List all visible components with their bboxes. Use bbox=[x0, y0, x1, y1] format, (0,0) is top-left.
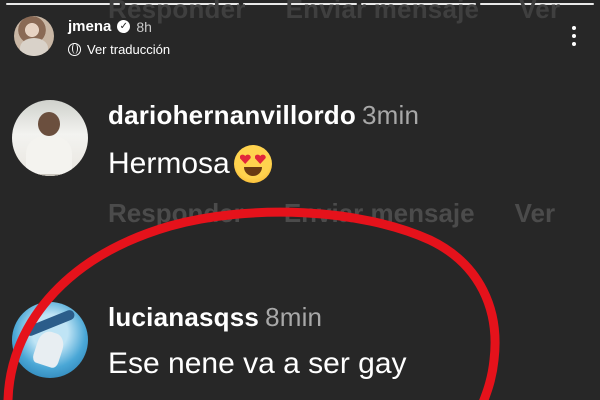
comment-header: lucianasqss 8min bbox=[108, 302, 407, 333]
commenter-avatar[interactable] bbox=[12, 100, 88, 176]
verified-badge-icon: ✓ bbox=[117, 20, 131, 33]
progress-segment bbox=[6, 3, 121, 5]
comment-time: 3min bbox=[361, 100, 420, 130]
translate-button[interactable]: Ver traducción bbox=[68, 42, 170, 57]
globe-icon bbox=[68, 43, 81, 56]
comment-text: Ese nene va a ser gay bbox=[108, 347, 407, 381]
heart-eyes-emoji-icon bbox=[233, 145, 272, 183]
send-message-button[interactable]: Enviar mensaje bbox=[284, 198, 475, 229]
comment-text-content: Hermosa bbox=[108, 147, 230, 180]
comment-body: lucianasqss 8min Ese nene va a ser gay bbox=[108, 302, 407, 381]
comment-text-content: Ese nene va a ser gay bbox=[108, 347, 407, 380]
story-author-avatar[interactable] bbox=[14, 16, 54, 56]
comment-time: 8min bbox=[265, 302, 323, 332]
comment-text: Hermosa bbox=[108, 145, 419, 183]
more-link[interactable]: Ver bbox=[515, 198, 556, 229]
comment-header: dariohernanvillordo 3min bbox=[108, 100, 419, 131]
story-time: 8h bbox=[136, 18, 152, 35]
more-options-icon[interactable] bbox=[572, 26, 576, 46]
translate-label[interactable]: Ver traducción bbox=[87, 42, 170, 57]
reply-button[interactable]: Responder bbox=[108, 198, 244, 229]
commenter-username[interactable]: lucianasqss bbox=[108, 302, 259, 332]
commenter-avatar[interactable] bbox=[12, 302, 88, 378]
story-header: jmena ✓ 8h Ver traducción bbox=[14, 10, 586, 58]
comment-body: dariohernanvillordo 3min Hermosa bbox=[108, 100, 419, 183]
commenter-username[interactable]: dariohernanvillordo bbox=[108, 100, 356, 130]
story-author[interactable]: jmena ✓ 8h bbox=[68, 18, 152, 35]
story-username[interactable]: jmena bbox=[68, 18, 111, 35]
comment-action-row: Responder Enviar mensaje Ver bbox=[108, 198, 555, 229]
story-comments-screen: Responder Enviar mensaje Ver jmena ✓ 8h … bbox=[0, 0, 600, 400]
